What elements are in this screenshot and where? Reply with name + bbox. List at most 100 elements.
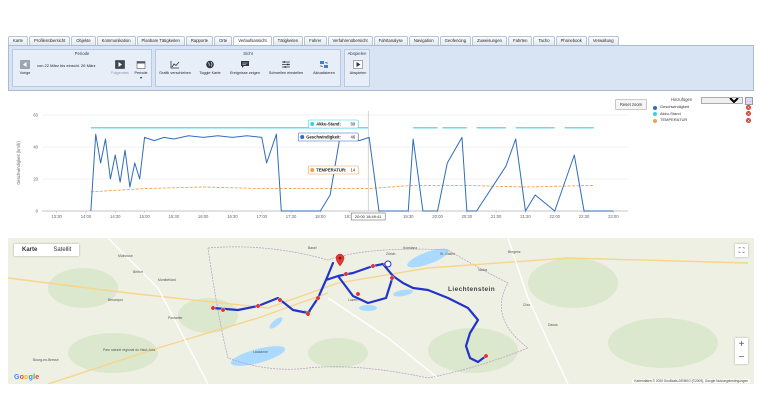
tab-planbare-tätigkeiten[interactable]: Planbare Tätigkeiten bbox=[136, 36, 185, 45]
map-place-label: Mulhouse bbox=[118, 254, 133, 258]
tab-rapporte[interactable]: Rapporte bbox=[185, 36, 214, 45]
map-place-label: Bregenz bbox=[508, 250, 521, 254]
tab-profilenübersicht[interactable]: Profilenübersicht bbox=[29, 36, 71, 45]
stop-marker bbox=[389, 275, 395, 281]
calendar-icon bbox=[136, 61, 146, 69]
map-place-label: Davos bbox=[548, 323, 558, 327]
x-tick-label: 14:30 bbox=[110, 214, 121, 219]
tooltip-temperatur-dot bbox=[310, 168, 315, 172]
x-tick-label: 22:00 bbox=[550, 214, 561, 219]
stop-marker bbox=[210, 305, 216, 311]
tab-phonebook[interactable]: Phonebook bbox=[555, 36, 587, 45]
stop-marker bbox=[220, 307, 226, 313]
arrow-left-icon bbox=[20, 60, 30, 69]
history-chart[interactable]: 0 20 40 60 13:30 14:00 14:30 15:00 15:30 16:00 16:… bbox=[8, 93, 754, 235]
previous-button[interactable]: Vorige bbox=[16, 60, 34, 75]
move-graph-button[interactable]: Grafik verschieben bbox=[158, 60, 192, 75]
map-lake-lucerne bbox=[359, 305, 377, 311]
tooltip-geschwindigkeit-value: 46 bbox=[351, 135, 356, 140]
tooltip-temperatur-label: TEMPERATUR: bbox=[316, 168, 346, 173]
tooltip-time: 20:00 18:49:41 bbox=[355, 214, 382, 219]
map-attribution[interactable]: Kartendaten © 2020 GeoBasis-DE/BKG (©200… bbox=[632, 379, 750, 383]
play-button[interactable]: Abspielen bbox=[347, 60, 369, 75]
map-tab-satellit[interactable]: Satellit bbox=[45, 244, 79, 256]
x-tick-label: 20:00 bbox=[432, 214, 443, 219]
show-events-button[interactable]: Ereignisse zeigen bbox=[228, 60, 262, 75]
comment-icon bbox=[241, 61, 249, 68]
tab-navigation[interactable]: Navigation bbox=[408, 36, 439, 45]
map-place-label: St. Gallen bbox=[440, 252, 455, 256]
add-series-select[interactable] bbox=[701, 97, 743, 104]
tab-karte[interactable]: Karte bbox=[8, 36, 29, 45]
module-tabs: Karte Profilenübersicht Objekte Kommunikati… bbox=[8, 36, 754, 45]
next-button[interactable]: Folgendes bbox=[109, 60, 131, 75]
zoom-in-button[interactable]: + bbox=[735, 338, 748, 351]
x-tick-label: 21:00 bbox=[491, 214, 502, 219]
tab-zuweisungen[interactable]: Zuweisungen bbox=[472, 36, 508, 45]
remove-series-icon[interactable]: ✕ bbox=[746, 117, 751, 123]
map-forest bbox=[428, 328, 518, 373]
map-place-label: Konstanz bbox=[403, 246, 418, 250]
toggle-map-button[interactable]: Toggle Karte bbox=[196, 60, 224, 75]
reset-zoom-button[interactable]: Reset zoom bbox=[615, 99, 647, 110]
stop-marker bbox=[483, 353, 489, 359]
tab-tätigkeiten[interactable]: Tätigkeiten bbox=[272, 36, 304, 45]
refresh-label: Aktualisieren bbox=[313, 71, 335, 75]
tooltip-akku-label: Akku-Stand: bbox=[316, 122, 341, 127]
map-place-label: Bern bbox=[304, 310, 312, 314]
x-tick-label: 16:00 bbox=[198, 214, 209, 219]
tooltip-akku-value: 89 bbox=[351, 122, 356, 127]
map-place-label: Zürich bbox=[386, 252, 396, 256]
tab-fahrtanalyse[interactable]: Fahrtanalyse bbox=[373, 36, 408, 45]
stop-marker bbox=[315, 295, 321, 301]
map-forest bbox=[608, 318, 718, 368]
tooltip-geschwindigkeit-label: Geschwindigkeit: bbox=[306, 135, 341, 140]
tab-verfahrenübersicht[interactable]: Verfahrenübersicht bbox=[327, 36, 373, 45]
map-tab-karte[interactable]: Karte bbox=[14, 244, 45, 256]
y-tick-label: 60 bbox=[33, 113, 38, 118]
period-dropdown-button[interactable]: Periode ▾ bbox=[132, 60, 150, 80]
view-group-title: Sicht bbox=[243, 51, 253, 56]
tab-geofencing[interactable]: Geofencing bbox=[439, 36, 472, 45]
zoom-control: + − bbox=[735, 338, 748, 364]
tab-fahrten[interactable]: Fahrten bbox=[508, 36, 533, 45]
x-tick-label: 15:00 bbox=[139, 214, 150, 219]
map-forest bbox=[528, 258, 618, 308]
fullscreen-button[interactable]: ⛶ bbox=[735, 244, 748, 257]
x-tick-label: 20:30 bbox=[462, 214, 473, 219]
tab-kommunikation[interactable]: Kommunikation bbox=[96, 36, 136, 45]
y-axis-label: Geschwindigkeit (km/h) bbox=[16, 141, 21, 185]
route-map[interactable]: Karte Satellit ⛶ + − Google Kartendaten … bbox=[8, 238, 754, 384]
legend-item-label: Geschwindigkeit bbox=[660, 104, 690, 109]
period-group-title: Periode bbox=[74, 51, 90, 56]
play-icon bbox=[353, 60, 363, 69]
previous-label: Vorige bbox=[19, 71, 31, 75]
arrow-right-icon bbox=[115, 60, 125, 69]
tab-objekte[interactable]: Objekte bbox=[71, 36, 96, 45]
tab-orte[interactable]: Orte bbox=[214, 36, 233, 45]
map-place-label: Lausanne bbox=[253, 350, 268, 354]
tab-verwaltung[interactable]: Verwaltung bbox=[587, 36, 619, 45]
refresh-button[interactable]: Aktualisieren bbox=[308, 60, 340, 75]
map-place-label: Belfort bbox=[133, 270, 143, 274]
y-tick-label: 0 bbox=[36, 209, 39, 214]
legend-item-label: Akku-Stand bbox=[660, 110, 681, 116]
legend-color-dot bbox=[653, 105, 657, 110]
x-tick-label: 16:30 bbox=[227, 214, 238, 219]
tab-fahrer[interactable]: Fahrer bbox=[304, 36, 327, 45]
thresholds-button[interactable]: Schwellen einstellen bbox=[266, 60, 306, 75]
map-canvas[interactable] bbox=[8, 238, 754, 384]
remove-series-icon[interactable]: ✕ bbox=[746, 104, 751, 110]
map-place-label: Vaduz bbox=[478, 268, 488, 272]
remove-series-icon[interactable]: ✕ bbox=[746, 111, 751, 117]
globe-icon bbox=[206, 60, 214, 69]
legend-item-label: TEMPERATUR bbox=[660, 117, 688, 122]
zoom-out-button[interactable]: − bbox=[735, 351, 748, 364]
play-group: Abspielen Abspielen bbox=[344, 49, 370, 87]
chart-legend: Hinzufügen … Geschwindigkeit ✕ Akku-Stand ✕… bbox=[653, 97, 753, 124]
stop-marker bbox=[370, 263, 376, 269]
toolbar-ribbon: Periode Vorige von 22 März bis einschl. … bbox=[8, 45, 754, 91]
legend-item[interactable]: TEMPERATUR ✕ bbox=[653, 117, 753, 124]
tab-tacho[interactable]: Tacho bbox=[533, 36, 555, 45]
tab-verlaufsansicht[interactable]: Verlaufsansicht bbox=[233, 36, 272, 45]
